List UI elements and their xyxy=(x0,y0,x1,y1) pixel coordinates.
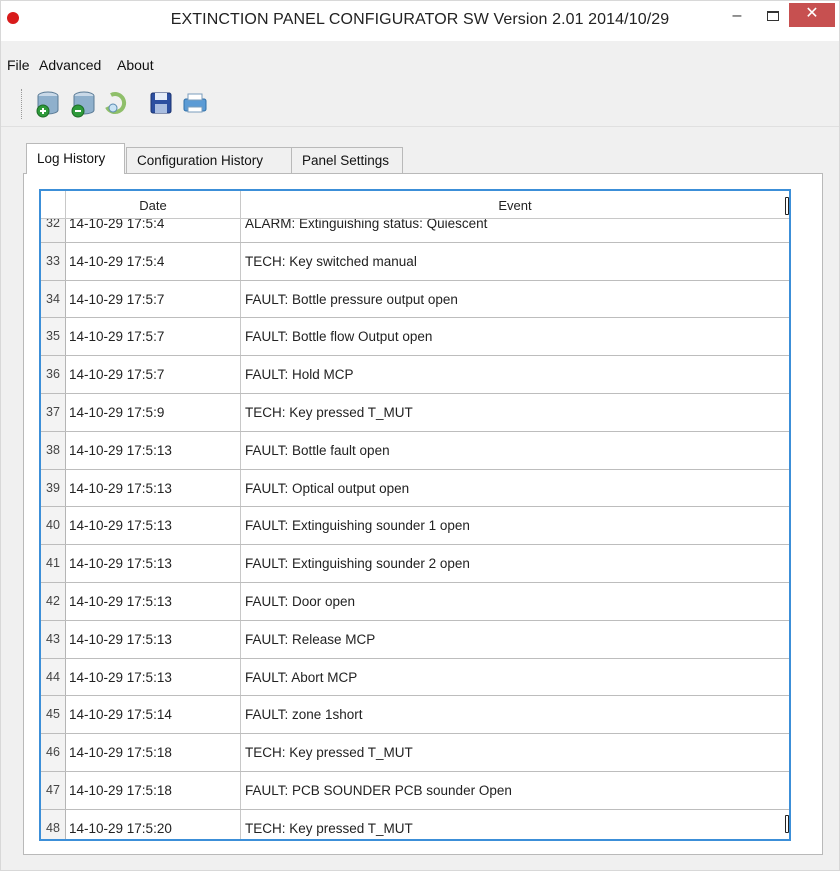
event-cell[interactable]: TECH: Key pressed T_MUT xyxy=(241,394,789,431)
event-cell[interactable]: FAULT: Bottle fault open xyxy=(241,432,789,469)
date-cell[interactable]: 14-10-29 17:5:20 xyxy=(66,809,241,839)
menu-file[interactable]: File xyxy=(7,57,30,73)
row-number-cell[interactable]: 34 xyxy=(41,280,66,318)
grid-header: Date Event xyxy=(41,191,789,219)
table-row[interactable]: 47 14-10-29 17:5:18 FAULT: PCB SOUNDER PCB… xyxy=(41,771,789,810)
date-cell[interactable]: 14-10-29 17:5:13 xyxy=(66,507,241,545)
date-cell[interactable]: 14-10-29 17:5:13 xyxy=(66,431,241,469)
row-number-cell[interactable]: 44 xyxy=(41,658,66,696)
row-number-cell[interactable]: 43 xyxy=(41,620,66,658)
table-row[interactable]: 37 14-10-29 17:5:9 TECH: Key pressed T_MUT xyxy=(41,393,789,432)
table-row[interactable]: 46 14-10-29 17:5:18 TECH: Key pressed T_MU… xyxy=(41,734,789,772)
table-row[interactable]: 42 14-10-29 17:5:13 FAULT: Door open xyxy=(41,582,789,621)
date-cell[interactable]: 14-10-29 17:5:13 xyxy=(66,658,241,696)
row-number-cell[interactable]: 37 xyxy=(41,393,66,431)
db-disconnect-icon[interactable] xyxy=(67,87,99,119)
grid-rows: 32 14-10-29 17:5:4 ALARM: Extinguishing st… xyxy=(41,205,789,839)
date-cell[interactable]: 14-10-29 17:5:7 xyxy=(66,280,241,318)
date-cell[interactable]: 14-10-29 17:5:13 xyxy=(66,582,241,620)
tab-configuration-history[interactable]: Configuration History xyxy=(126,147,292,174)
event-cell[interactable]: TECH: Key switched manual xyxy=(241,243,789,280)
table-row[interactable]: 38 14-10-29 17:5:13 FAULT: Bottle fault op… xyxy=(41,431,789,470)
date-cell[interactable]: 14-10-29 17:5:18 xyxy=(66,771,241,809)
date-cell[interactable]: 14-10-29 17:5:7 xyxy=(66,356,241,393)
table-row[interactable]: 33 14-10-29 17:5:4 TECH: Key switched manu… xyxy=(41,242,789,281)
scroll-top-marker[interactable] xyxy=(785,197,789,215)
window-title: EXTINCTION PANEL CONFIGURATOR SW Version… xyxy=(170,11,670,28)
table-row[interactable]: 41 14-10-29 17:5:13 FAULT: Extinguishing s… xyxy=(41,545,789,583)
event-cell[interactable]: FAULT: Bottle flow Output open xyxy=(241,318,789,355)
row-number-cell[interactable]: 36 xyxy=(41,356,66,393)
table-row[interactable]: 36 14-10-29 17:5:7 FAULT: Hold MCP xyxy=(41,356,789,394)
tab-panel-settings[interactable]: Panel Settings xyxy=(291,147,403,174)
row-number-cell[interactable]: 46 xyxy=(41,734,66,771)
title-bar: EXTINCTION PANEL CONFIGURATOR SW Version… xyxy=(1,1,839,41)
event-column-header[interactable]: Event xyxy=(241,191,789,219)
menu-bar: File Advanced About xyxy=(1,53,839,79)
date-cell[interactable]: 14-10-29 17:5:14 xyxy=(66,696,241,734)
event-cell[interactable]: FAULT: Abort MCP xyxy=(241,659,789,696)
row-number-cell[interactable]: 41 xyxy=(41,545,66,582)
app-window: EXTINCTION PANEL CONFIGURATOR SW Version… xyxy=(0,0,840,871)
event-cell[interactable]: FAULT: Extinguishing sounder 2 open xyxy=(241,545,789,582)
row-number-header[interactable] xyxy=(41,191,66,219)
event-cell[interactable]: FAULT: Extinguishing sounder 1 open xyxy=(241,507,789,544)
event-cell[interactable]: FAULT: zone 1short xyxy=(241,696,789,733)
table-row[interactable]: 48 14-10-29 17:5:20 TECH: Key pressed T_MU… xyxy=(41,809,789,839)
event-cell[interactable]: FAULT: Hold MCP xyxy=(241,356,789,393)
row-number-cell[interactable]: 39 xyxy=(41,469,66,507)
toolbar-grip[interactable] xyxy=(21,89,24,119)
row-number-cell[interactable]: 33 xyxy=(41,242,66,280)
row-number-cell[interactable]: 42 xyxy=(41,582,66,620)
event-cell[interactable]: FAULT: Release MCP xyxy=(241,621,789,658)
event-cell[interactable]: FAULT: PCB SOUNDER PCB sounder Open xyxy=(241,772,789,809)
table-row[interactable]: 43 14-10-29 17:5:13 FAULT: Release MCP xyxy=(41,620,789,659)
save-icon[interactable] xyxy=(145,87,177,119)
refresh-icon[interactable] xyxy=(101,87,133,119)
menu-advanced[interactable]: Advanced xyxy=(39,57,101,73)
row-number-cell[interactable]: 35 xyxy=(41,318,66,356)
row-number-cell[interactable]: 48 xyxy=(41,809,66,839)
event-cell[interactable]: FAULT: Optical output open xyxy=(241,470,789,507)
minimize-button[interactable]: – xyxy=(719,1,755,33)
maximize-button[interactable] xyxy=(755,1,791,33)
date-cell[interactable]: 14-10-29 17:5:4 xyxy=(66,242,241,280)
db-connect-icon[interactable] xyxy=(33,87,65,119)
row-number-cell[interactable]: 40 xyxy=(41,507,66,545)
close-button[interactable]: ✕ xyxy=(789,3,835,27)
row-number-cell[interactable]: 45 xyxy=(41,696,66,734)
date-cell[interactable]: 14-10-29 17:5:18 xyxy=(66,734,241,771)
event-cell[interactable]: TECH: Key pressed T_MUT xyxy=(241,734,789,771)
table-row[interactable]: 34 14-10-29 17:5:7 FAULT: Bottle pressure … xyxy=(41,280,789,319)
date-cell[interactable]: 14-10-29 17:5:13 xyxy=(66,545,241,582)
maximize-icon xyxy=(767,10,779,21)
date-cell[interactable]: 14-10-29 17:5:7 xyxy=(66,318,241,356)
table-row[interactable]: 39 14-10-29 17:5:13 FAULT: Optical output … xyxy=(41,469,789,508)
tab-log-history[interactable]: Log History xyxy=(26,143,125,174)
table-row[interactable]: 40 14-10-29 17:5:13 FAULT: Extinguishing s… xyxy=(41,507,789,546)
date-column-header[interactable]: Date xyxy=(66,191,241,219)
print-icon[interactable] xyxy=(179,87,211,119)
table-row[interactable]: 35 14-10-29 17:5:7 FAULT: Bottle flow Outp… xyxy=(41,318,789,357)
date-cell[interactable]: 14-10-29 17:5:9 xyxy=(66,393,241,431)
table-row[interactable]: 44 14-10-29 17:5:13 FAULT: Abort MCP xyxy=(41,658,789,697)
row-number-cell[interactable]: 47 xyxy=(41,771,66,809)
event-cell[interactable]: TECH: Key pressed T_MUT xyxy=(241,810,789,839)
date-cell[interactable]: 14-10-29 17:5:13 xyxy=(66,469,241,507)
scroll-bottom-marker[interactable] xyxy=(785,815,789,833)
log-history-grid[interactable]: Date Event 32 14-10-29 17:5:4 ALARM: Extin… xyxy=(39,189,791,841)
toolbar xyxy=(1,81,839,127)
event-cell[interactable]: FAULT: Door open xyxy=(241,583,789,620)
menu-about[interactable]: About xyxy=(117,57,154,73)
table-row[interactable]: 45 14-10-29 17:5:14 FAULT: zone 1short xyxy=(41,696,789,735)
event-cell[interactable]: FAULT: Bottle pressure output open xyxy=(241,281,789,318)
row-number-cell[interactable]: 38 xyxy=(41,431,66,469)
date-cell[interactable]: 14-10-29 17:5:13 xyxy=(66,620,241,658)
